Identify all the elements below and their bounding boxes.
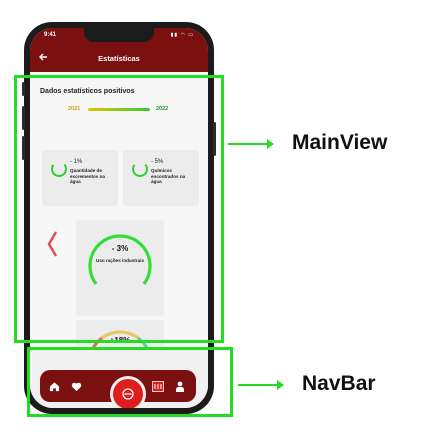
notch (84, 28, 154, 42)
status-icons: ▮▮ ◠ ▭ (170, 32, 194, 38)
mainview-annotation-label: MainView (292, 131, 388, 154)
status-time: 9:41 (44, 32, 57, 38)
mainview-highlight-box (14, 75, 224, 343)
mainview-arrow-icon (228, 139, 274, 149)
page-title: Estatísticas (98, 54, 140, 63)
navbar-highlight-box (27, 347, 233, 417)
navbar-arrow-icon (238, 380, 284, 390)
navbar-annotation-label: NavBar (302, 372, 376, 395)
app-header: 9:41 ▮▮ ◠ ▭ Estatísticas (30, 28, 208, 72)
